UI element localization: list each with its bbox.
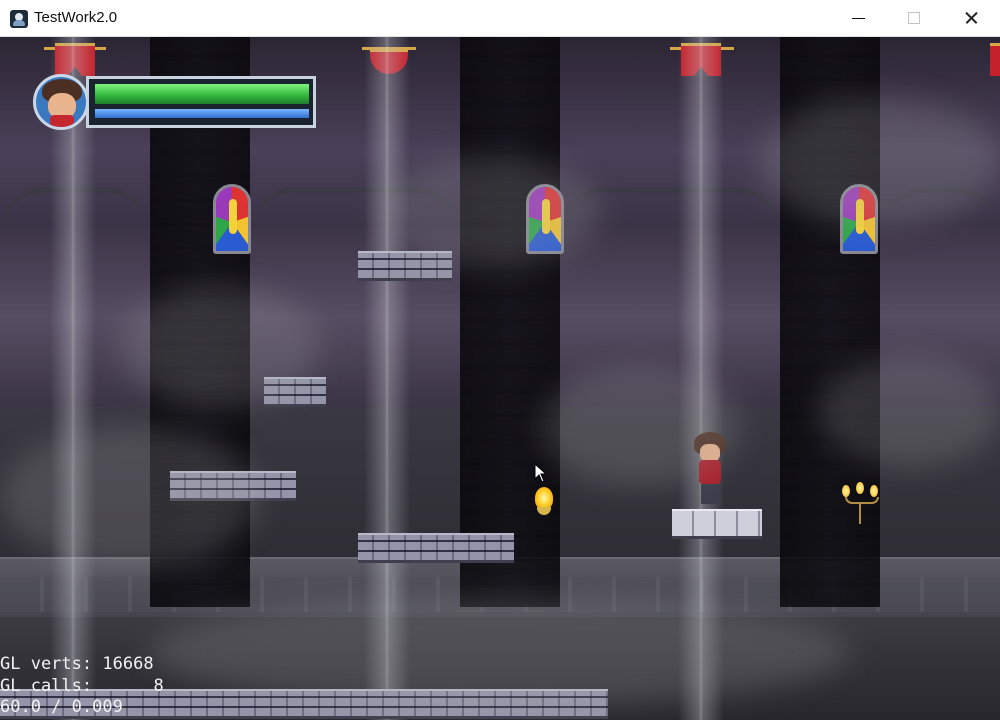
game-window: TestWork2.0 GL verts: 16668 GL calls: 8 … bbox=[0, 0, 1000, 720]
portrait-scarf bbox=[50, 115, 74, 127]
candelabra-icon bbox=[842, 482, 879, 527]
candle-flame bbox=[856, 482, 864, 494]
torch-cup bbox=[537, 507, 551, 515]
flame bbox=[535, 487, 553, 509]
close-button[interactable] bbox=[944, 0, 1000, 36]
candle-flame bbox=[870, 485, 878, 497]
debug-verts-label: GL verts: bbox=[0, 654, 93, 674]
debug-calls-line: GL calls: 8 bbox=[0, 676, 164, 696]
window-title: TestWork2.0 bbox=[34, 9, 118, 26]
fog-cloud bbox=[150, 597, 850, 707]
debug-fps-line: 60.0 / 0.009 bbox=[0, 697, 123, 717]
debug-calls-value: 8 bbox=[153, 676, 164, 696]
title-bar[interactable]: TestWork2.0 bbox=[0, 0, 1000, 37]
fog-cloud bbox=[120, 287, 320, 407]
stone-platform bbox=[358, 533, 514, 563]
maximize-icon bbox=[908, 12, 920, 24]
fog-cloud bbox=[540, 367, 740, 487]
mana-bar bbox=[95, 109, 309, 118]
candelabra-stem bbox=[859, 502, 861, 524]
light-beam bbox=[50, 37, 96, 720]
game-viewport[interactable]: GL verts: 16668 GL calls: 8 60.0 / 0.009 bbox=[0, 37, 1000, 720]
maximize-button[interactable] bbox=[886, 0, 942, 36]
player-portrait bbox=[33, 74, 89, 130]
fog-cloud bbox=[380, 157, 600, 267]
torch-flame-icon bbox=[533, 487, 555, 523]
stone-platform bbox=[672, 509, 762, 539]
minimize-icon bbox=[852, 18, 865, 19]
debug-calls-label: GL calls: bbox=[0, 676, 93, 696]
candelabra-arm bbox=[845, 497, 879, 504]
player-legs bbox=[701, 484, 719, 504]
fog-cloud bbox=[0, 427, 260, 567]
fog-cloud bbox=[820, 357, 1000, 467]
banner-icon bbox=[990, 43, 1000, 76]
fog-cloud bbox=[760, 97, 1000, 227]
app-icon bbox=[10, 10, 28, 28]
debug-verts-line: GL verts: 16668 bbox=[0, 654, 154, 674]
minimize-button[interactable] bbox=[830, 0, 886, 36]
candle-flame bbox=[842, 485, 850, 497]
health-bar-fill bbox=[95, 84, 309, 104]
health-bar bbox=[95, 84, 309, 104]
status-bars bbox=[86, 76, 316, 128]
mana-bar-fill bbox=[95, 109, 309, 118]
stained-glass-window-icon bbox=[213, 184, 251, 254]
debug-verts-value: 16668 bbox=[102, 654, 154, 674]
